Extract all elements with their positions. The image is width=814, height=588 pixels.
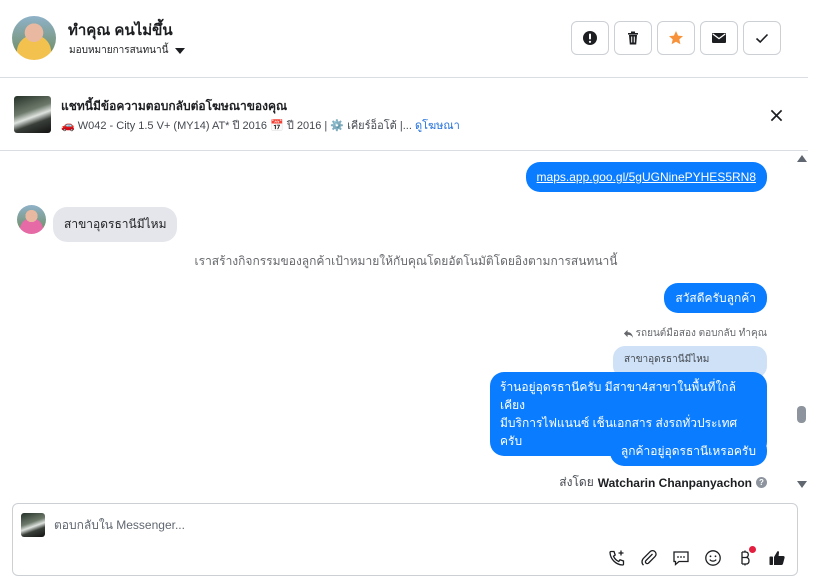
outgoing-message-question: ลูกค้าอยู่อุดรธานีเหรอครับ (609, 436, 767, 466)
saved-reply-icon (673, 551, 689, 566)
add-call-button[interactable] (607, 548, 627, 568)
reply-composer (12, 503, 798, 576)
payment-button[interactable] (735, 546, 756, 568)
outgoing-message-greeting: สวัสดีครับลูกค้า (664, 283, 767, 313)
trash-icon (628, 31, 638, 45)
check-icon (755, 33, 769, 44)
saved-replies-button[interactable] (671, 548, 691, 568)
contact-name[interactable]: ทำคุณ คนไม่ขึ้น (68, 18, 173, 42)
view-ad-link[interactable]: ดูโฆษณา (415, 120, 460, 132)
info-icon[interactable]: ? (756, 477, 767, 488)
notification-dot (749, 546, 756, 553)
sent-by-row: ส่งโดย Watcharin Chanpanyachon ? (559, 473, 767, 492)
reply-meta-text: รถยนต์มือสอง ตอบกลับ ทำคุณ (635, 328, 767, 339)
scroll-down-arrow[interactable] (797, 481, 807, 488)
scrollbar-thumb[interactable] (797, 406, 806, 423)
ad-context-bar: แชทนี้มีข้อความตอบกลับต่อโฆษณาของคุณ 🚗 W… (0, 79, 808, 151)
contact-avatar[interactable] (12, 16, 56, 60)
reply-meta: รถยนต์มือสอง ตอบกลับ ทำคุณ (623, 326, 767, 341)
star-button[interactable] (657, 21, 695, 55)
sender-name: Watcharin Chanpanyachon (597, 475, 752, 490)
incoming-message: สาขาอุดรธานีมีไหม (53, 207, 178, 242)
contact-message-avatar (17, 205, 46, 234)
mark-spam-button[interactable] (571, 21, 609, 55)
mark-unread-button[interactable] (700, 21, 738, 55)
close-icon (770, 109, 782, 121)
ad-description-row: 🚗 W042 - City 1.5 V+ (MY14) AT* ปี 2016 … (61, 116, 460, 134)
emoji-button[interactable] (703, 548, 723, 568)
maps-link[interactable]: maps.app.goo.gl/5gUGNinePYHES5RN8 (537, 170, 756, 184)
conversation-header: ทำคุณ คนไม่ขึ้น มอบหมายการสนทนานี้ (0, 0, 808, 78)
like-icon (769, 551, 785, 565)
attachment-icon (641, 550, 657, 566)
mark-done-button[interactable] (743, 21, 781, 55)
assign-conversation-dropdown[interactable]: มอบหมายการสนทนานี้ (69, 43, 186, 58)
close-ad-bar-button[interactable] (766, 105, 786, 125)
ad-description: 🚗 W042 - City 1.5 V+ (MY14) AT* ปี 2016 … (61, 120, 412, 132)
outgoing-message-link: maps.app.goo.gl/5gUGNinePYHES5RN8 (525, 162, 767, 192)
ad-thumbnail (14, 96, 51, 133)
scroll-up-arrow[interactable] (797, 155, 807, 162)
attach-file-button[interactable] (639, 548, 659, 568)
add-call-icon (609, 550, 625, 566)
ad-context-title: แชทนี้มีข้อความตอบกลับต่อโฆษณาของคุณ (61, 99, 288, 113)
reply-line-1: ร้านอยู่อุดรธานีครับ มีสาขา4สาขาในพื้นที… (500, 380, 736, 412)
reply-input[interactable] (54, 514, 654, 536)
emoji-icon (705, 550, 721, 566)
like-button[interactable] (767, 548, 787, 568)
page-avatar (21, 513, 45, 537)
assign-label: มอบหมายการสนทนานี้ (69, 45, 169, 56)
reply-icon (623, 329, 633, 339)
lead-activity-note: เราสร้างกิจกรรมของลูกค้าเป้าหมายให้กับคุ… (194, 254, 618, 268)
star-icon (669, 31, 683, 45)
mail-icon (712, 33, 726, 43)
alert-icon (583, 31, 597, 45)
caret-down-icon (175, 47, 186, 54)
sent-by-prefix: ส่งโดย (559, 475, 594, 489)
delete-button[interactable] (614, 21, 652, 55)
